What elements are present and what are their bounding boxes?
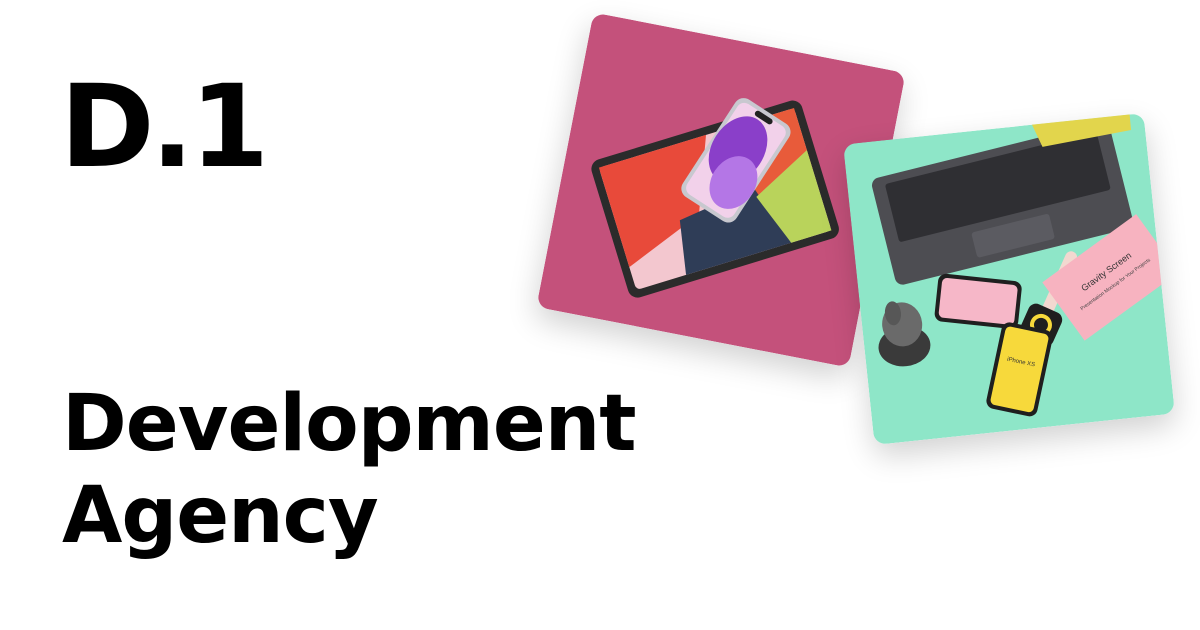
device-mockup-card-mint: iPhone XS Gravity Screen Presentation Mo…	[843, 113, 1175, 445]
workspace-illustration: iPhone XS Gravity Screen Presentation Mo…	[843, 113, 1175, 445]
headline-line-1: Development	[62, 379, 637, 469]
headline: Development Agency	[62, 378, 637, 562]
headline-line-2: Agency	[62, 471, 379, 561]
phone-pink-mockup	[934, 273, 1022, 329]
brand-logo: D.1	[60, 60, 269, 193]
